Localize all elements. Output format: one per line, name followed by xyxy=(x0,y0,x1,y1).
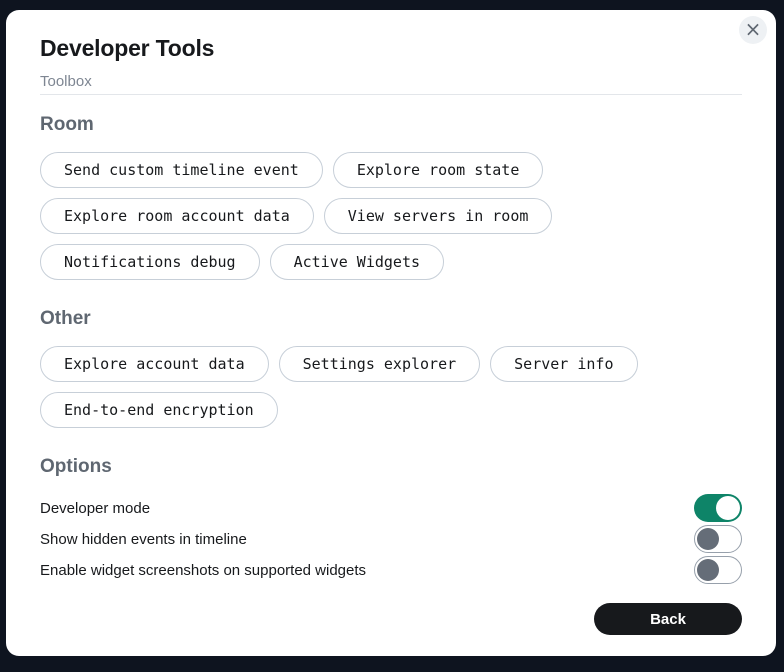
breadcrumb: Toolbox xyxy=(40,73,742,95)
toggle-knob xyxy=(697,559,719,581)
developer-mode-toggle[interactable] xyxy=(694,494,742,522)
show-hidden-events-toggle[interactable] xyxy=(694,525,742,553)
widget-screenshots-toggle[interactable] xyxy=(694,556,742,584)
end-to-end-encryption-button[interactable]: End-to-end encryption xyxy=(40,392,278,428)
send-custom-timeline-event-button[interactable]: Send custom timeline event xyxy=(40,152,323,188)
close-button[interactable]: × xyxy=(739,16,767,44)
option-row-developer-mode: Developer mode xyxy=(40,494,742,522)
back-button[interactable]: Back xyxy=(594,603,742,635)
option-label: Developer mode xyxy=(40,500,150,517)
option-row-show-hidden-events: Show hidden events in timeline xyxy=(40,525,742,553)
developer-tools-dialog: × Developer Tools Toolbox Room Send cust… xyxy=(6,10,776,656)
option-label: Enable widget screenshots on supported w… xyxy=(40,562,366,579)
active-widgets-button[interactable]: Active Widgets xyxy=(270,244,444,280)
server-info-button[interactable]: Server info xyxy=(490,346,637,382)
option-row-widget-screenshots: Enable widget screenshots on supported w… xyxy=(40,556,742,584)
close-icon: × xyxy=(745,19,762,39)
section-heading-other: Other xyxy=(40,307,742,330)
settings-explorer-button[interactable]: Settings explorer xyxy=(279,346,481,382)
toggle-knob xyxy=(697,528,719,550)
explore-room-state-button[interactable]: Explore room state xyxy=(333,152,544,188)
dialog-title: Developer Tools xyxy=(40,35,742,62)
explore-room-account-data-button[interactable]: Explore room account data xyxy=(40,198,314,234)
dialog-footer: Back xyxy=(40,603,742,635)
explore-account-data-button[interactable]: Explore account data xyxy=(40,346,269,382)
breadcrumb-label: Toolbox xyxy=(40,73,92,90)
toggle-knob xyxy=(716,496,740,520)
notifications-debug-button[interactable]: Notifications debug xyxy=(40,244,260,280)
view-servers-in-room-button[interactable]: View servers in room xyxy=(324,198,553,234)
option-label: Show hidden events in timeline xyxy=(40,531,247,548)
other-buttons: Explore account data Settings explorer S… xyxy=(40,346,742,428)
section-heading-options: Options xyxy=(40,455,742,478)
section-heading-room: Room xyxy=(40,113,742,136)
room-buttons: Send custom timeline event Explore room … xyxy=(40,152,742,280)
